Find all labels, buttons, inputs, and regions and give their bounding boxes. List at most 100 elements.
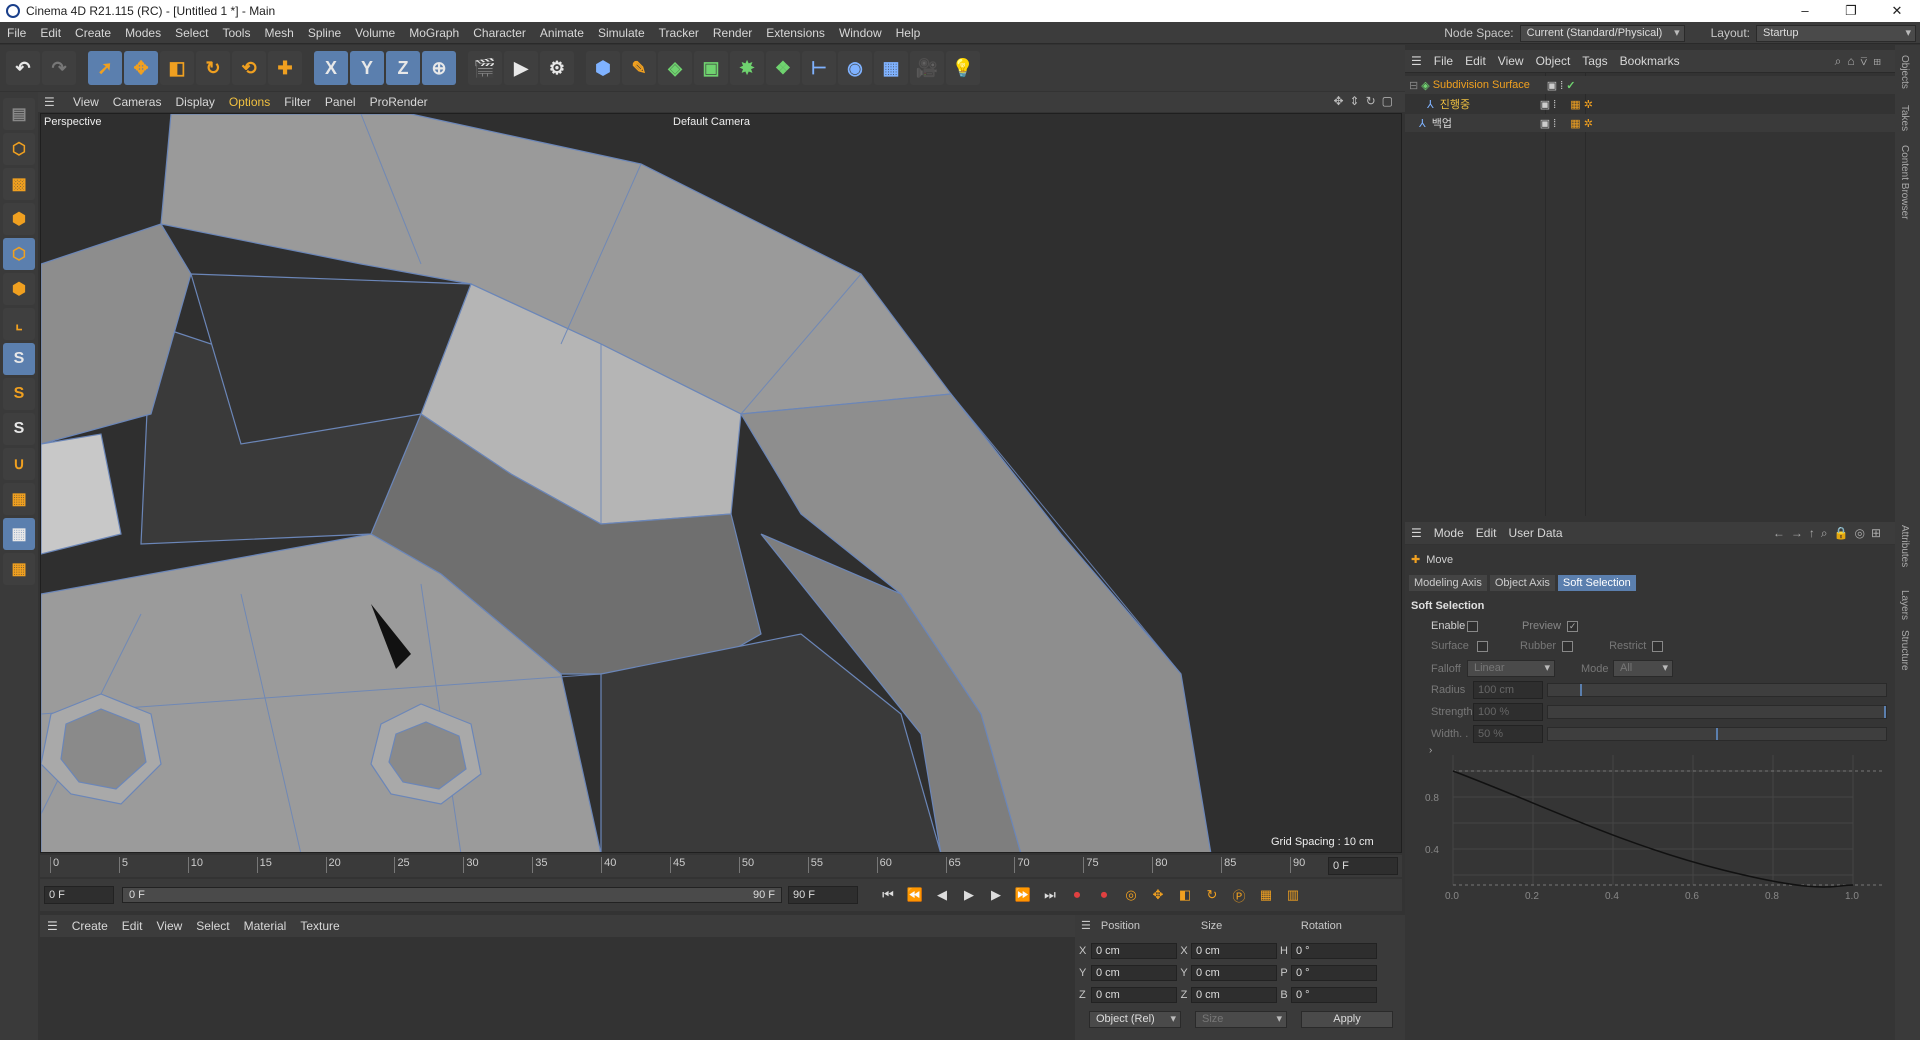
strength-field[interactable]: 100 %	[1473, 703, 1543, 721]
visibility-icon[interactable]: ▣ ⁞	[1540, 98, 1557, 111]
apply-button[interactable]: Apply	[1301, 1011, 1393, 1028]
locked-workplane-icon[interactable]: ▦	[3, 518, 35, 550]
size-z-field[interactable]: 0 cm	[1191, 987, 1277, 1003]
objects-panel-icons[interactable]: ⌕⌂⊽⊞	[1835, 54, 1887, 69]
attributes-menu-mode[interactable]: Mode	[1428, 526, 1470, 540]
viewport-nav-icons[interactable]: ✥⇕↻▢	[1333, 94, 1399, 108]
pen-icon[interactable]: ✎	[622, 51, 656, 85]
mode-dropdown[interactable]: All	[1613, 660, 1673, 677]
width-slider[interactable]	[1547, 727, 1887, 741]
material-menu-create[interactable]: Create	[65, 919, 115, 933]
viewport-menu-display[interactable]: Display	[168, 95, 221, 109]
falloff-curve-graph[interactable]: › 0.8 0.4 0.0 0.2 0.4 0.6 0.8 1.0	[1423, 745, 1883, 905]
visibility-icon[interactable]: ▣ ⁞ ✓	[1547, 79, 1576, 92]
y-axis-icon[interactable]: Y	[350, 51, 384, 85]
rotation-b-field[interactable]: 0 °	[1291, 987, 1377, 1003]
strength-slider[interactable]	[1547, 705, 1887, 719]
material-manager-area[interactable]	[40, 938, 1075, 1040]
object-name[interactable]: Subdivision Surface	[1433, 79, 1541, 91]
menu-spline[interactable]: Spline	[301, 26, 348, 40]
sphere-tag-icon[interactable]: ◉	[838, 51, 872, 85]
attributes-menu-userdata[interactable]: User Data	[1502, 526, 1568, 540]
floor-icon[interactable]: ▦	[874, 51, 908, 85]
falloff-dropdown[interactable]: Linear	[1467, 660, 1555, 677]
menu-extensions[interactable]: Extensions	[759, 26, 832, 40]
keyframe-selection-icon[interactable]: ◎	[1119, 883, 1143, 907]
workplane-icon[interactable]: ▦	[3, 483, 35, 515]
recent-tool-icon[interactable]: ⟲	[232, 51, 266, 85]
visibility-icon[interactable]: ▣ ⁞	[1540, 117, 1557, 130]
key-position-icon[interactable]: ✥	[1146, 883, 1170, 907]
snap-icon[interactable]: S	[3, 343, 35, 375]
preview-checkbox[interactable]: ✓	[1567, 620, 1579, 632]
menu-character[interactable]: Character	[466, 26, 533, 40]
enable-checkbox[interactable]	[1467, 620, 1478, 632]
viewport-menu-options[interactable]: Options	[222, 95, 277, 109]
current-frame-field[interactable]: 0 F	[1328, 857, 1398, 875]
menu-create[interactable]: Create	[68, 26, 118, 40]
viewport-menu-prorender[interactable]: ProRender	[363, 95, 435, 109]
material-menu-edit[interactable]: Edit	[115, 919, 150, 933]
subdivision-icon[interactable]: ◈	[658, 51, 692, 85]
menu-mesh[interactable]: Mesh	[257, 26, 300, 40]
minimize-button[interactable]: –	[1782, 0, 1828, 22]
menu-file[interactable]: File	[0, 26, 33, 40]
snap-settings-icon[interactable]: S	[3, 378, 35, 410]
world-coordinate-icon[interactable]: ⊕	[422, 51, 456, 85]
attributes-menu-edit[interactable]: Edit	[1470, 526, 1503, 540]
axis-mode-icon[interactable]: ⌞	[3, 308, 35, 340]
side-tab-structure[interactable]: Structure	[1899, 630, 1910, 671]
key-param-icon[interactable]: Ⓟ	[1227, 883, 1251, 907]
viewport-menu-panel[interactable]: Panel	[318, 95, 363, 109]
menu-edit[interactable]: Edit	[33, 26, 68, 40]
array-icon[interactable]: ❖	[766, 51, 800, 85]
hamburger-icon[interactable]: ☰	[44, 95, 60, 109]
start-frame-field[interactable]: 0 F	[44, 886, 114, 904]
render-picture-viewer-icon[interactable]: ▶	[504, 51, 538, 85]
menu-tools[interactable]: Tools	[215, 26, 257, 40]
next-frame-icon[interactable]: ▶	[984, 883, 1008, 907]
light-icon[interactable]: 💡	[946, 51, 980, 85]
x-axis-icon[interactable]: X	[314, 51, 348, 85]
goto-end-icon[interactable]: ⏭	[1038, 883, 1062, 907]
tab-object-axis[interactable]: Object Axis	[1489, 575, 1555, 591]
node-space-dropdown[interactable]: Current (Standard/Physical)	[1519, 24, 1685, 42]
objects-menu-view[interactable]: View	[1492, 54, 1530, 68]
material-menu-texture[interactable]: Texture	[293, 919, 346, 933]
prev-frame-icon[interactable]: ◀	[930, 883, 954, 907]
material-menu-select[interactable]: Select	[189, 919, 236, 933]
menu-simulate[interactable]: Simulate	[591, 26, 652, 40]
end-frame-field[interactable]: 90 F	[788, 886, 858, 904]
points-mode-icon[interactable]: ⬢	[3, 203, 35, 235]
attributes-nav-icons[interactable]: ←→↑⌕🔒◎⊞	[1773, 526, 1887, 541]
tab-soft-selection[interactable]: Soft Selection	[1557, 575, 1636, 591]
viewport-menu-filter[interactable]: Filter	[277, 95, 318, 109]
side-tab-attributes[interactable]: Attributes	[1899, 525, 1910, 567]
scale-icon[interactable]: ◧	[160, 51, 194, 85]
perspective-label[interactable]: Perspective	[44, 116, 101, 128]
size-mode-dropdown[interactable]: Size	[1195, 1011, 1287, 1028]
size-y-field[interactable]: 0 cm	[1191, 965, 1277, 981]
record-icon[interactable]: ⏺	[1065, 883, 1089, 907]
play-icon[interactable]: ▶	[957, 883, 981, 907]
object-row[interactable]: ⊟ ◈ Subdivision Surface ▣ ⁞ ✓	[1405, 76, 1895, 94]
objects-menu-tags[interactable]: Tags	[1576, 54, 1613, 68]
texture-tag-icon[interactable]: ▦ ✲	[1570, 117, 1593, 130]
objects-menu-edit[interactable]: Edit	[1459, 54, 1492, 68]
coordinate-mode-dropdown[interactable]: Object (Rel)	[1089, 1011, 1181, 1028]
snap-options-icon[interactable]: S	[3, 413, 35, 445]
menu-window[interactable]: Window	[832, 26, 889, 40]
layout-dropdown[interactable]: Startup	[1756, 24, 1916, 42]
objects-menu-object[interactable]: Object	[1530, 54, 1577, 68]
texture-tag-icon[interactable]: ▦ ✲	[1570, 98, 1593, 111]
extrude-icon[interactable]: ▣	[694, 51, 728, 85]
hamburger-icon[interactable]: ☰	[1081, 919, 1091, 932]
redo-icon[interactable]: ↷	[42, 51, 76, 85]
z-axis-icon[interactable]: Z	[386, 51, 420, 85]
tab-modeling-axis[interactable]: Modeling Axis	[1409, 575, 1487, 591]
object-name[interactable]: 진행중	[1440, 96, 1534, 112]
key-rotation-icon[interactable]: ↻	[1200, 883, 1224, 907]
next-key-icon[interactable]: ⏩	[1011, 883, 1035, 907]
magnet-icon[interactable]: ∪	[3, 448, 35, 480]
rubber-checkbox[interactable]	[1562, 640, 1574, 652]
